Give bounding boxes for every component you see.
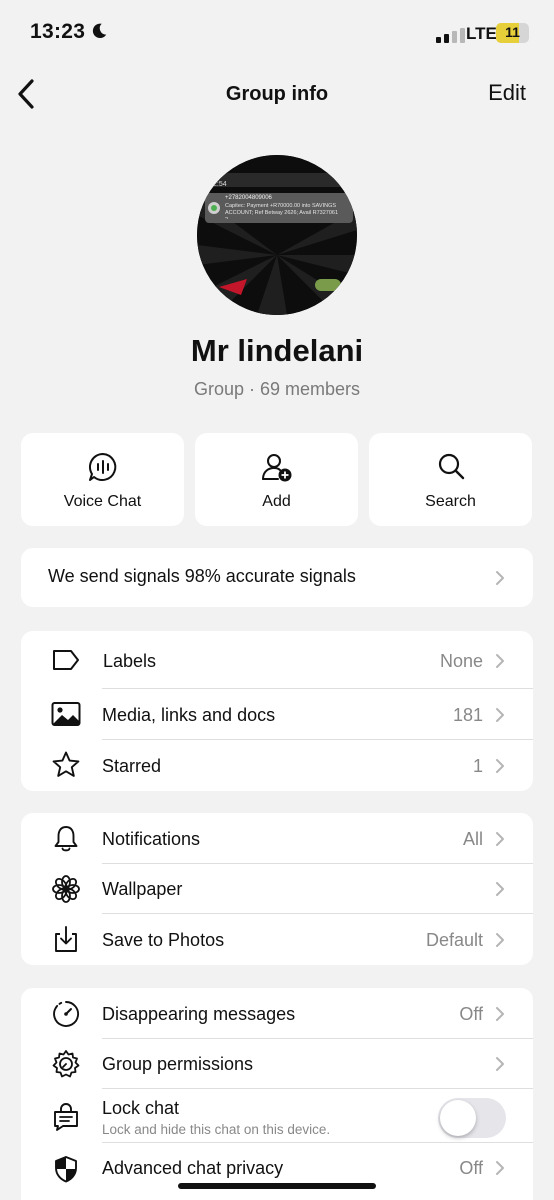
lock-chat-row: Lock chat Lock and hide this chat on thi…	[21, 1089, 533, 1143]
chevron-right-icon	[496, 571, 504, 585]
advanced-chat-privacy-title: Advanced chat privacy	[102, 1158, 284, 1178]
avatar-notification-number: +27820048090​06	[225, 195, 272, 201]
advanced-chat-privacy-value: Off	[459, 1158, 483, 1178]
media-value: 181	[452, 705, 483, 725]
network-label: LTE	[466, 24, 497, 43]
signal-strength-icon	[436, 28, 465, 43]
chevron-right-icon	[496, 1007, 504, 1021]
chevron-right-icon	[496, 708, 504, 722]
chevron-right-icon	[496, 1161, 504, 1175]
notifications-value: All	[462, 829, 483, 849]
photo-icon	[51, 702, 81, 726]
media-section: Labels None Media, links and docs 181 St…	[21, 631, 533, 791]
lock-chat-toggle[interactable]	[438, 1098, 506, 1138]
page-title: Group info	[225, 83, 329, 105]
lock-chat-title: Lock chat	[102, 1098, 180, 1118]
voice-chat-button[interactable]: Voice Chat	[21, 433, 184, 526]
bell-icon	[54, 826, 78, 852]
labels-title: Labels	[103, 651, 157, 671]
search-label: Search	[425, 493, 476, 510]
search-icon	[438, 453, 464, 480]
nav-bar: Group info Edit	[0, 66, 554, 122]
save-to-photos-title: Save to Photos	[102, 930, 225, 950]
avatar-image	[197, 155, 357, 315]
privacy-section: Disappearing messages Off Group permissi…	[21, 988, 533, 1200]
voice-chat-label: Voice Chat	[63, 493, 142, 510]
settings-gear-icon	[52, 1050, 80, 1078]
timer-icon	[53, 1001, 79, 1027]
status-time: 13:23	[30, 20, 86, 43]
avatar-time: 2:54	[213, 181, 227, 188]
group-description[interactable]: We send signals 98% accurate signals	[21, 548, 533, 607]
download-icon	[55, 926, 77, 952]
disappearing-messages-value: Off	[459, 1004, 483, 1024]
wallpaper-row[interactable]: Wallpaper	[21, 864, 533, 914]
search-button[interactable]: Search	[369, 433, 532, 526]
group-subtitle: Group · 69 members	[193, 379, 361, 399]
save-to-photos-value: Default	[425, 930, 483, 950]
description-text: We send signals 98% accurate signals	[48, 566, 356, 586]
lock-chat-icon	[54, 1103, 78, 1131]
label-icon	[53, 650, 79, 670]
chevron-right-icon	[496, 933, 504, 947]
shield-icon	[55, 1156, 77, 1183]
chevron-right-icon	[496, 832, 504, 846]
chevron-right-icon	[496, 882, 504, 896]
flower-icon	[52, 875, 80, 903]
home-indicator	[178, 1183, 376, 1189]
lock-chat-subtitle: Lock and hide this chat on this device.	[102, 1122, 331, 1137]
add-person-icon	[261, 454, 291, 482]
wallpaper-title: Wallpaper	[102, 879, 183, 899]
group-avatar[interactable]: 2:54 +27820048090​06 Capitec: Payment +R…	[197, 155, 357, 315]
chevron-right-icon	[496, 1057, 504, 1071]
labels-row[interactable]: Labels None	[21, 631, 533, 689]
star-icon	[52, 751, 80, 777]
save-to-photos-row[interactable]: Save to Photos Default	[21, 914, 533, 965]
status-bar: 13:23 LTE 11	[0, 0, 554, 66]
chevron-right-icon	[496, 759, 504, 773]
battery-icon: 11	[496, 23, 529, 43]
settings-section: Notifications All Wallpaper Save to Phot…	[21, 813, 533, 965]
media-row[interactable]: Media, links and docs 181	[21, 689, 533, 740]
labels-value: None	[439, 651, 483, 671]
battery-level: 11	[505, 24, 520, 40]
starred-title: Starred	[102, 756, 162, 776]
add-button[interactable]: Add	[195, 433, 358, 526]
avatar-notification-text: Capitec: Payment +R70000.00 into SAVINGS…	[225, 203, 339, 219]
chevron-right-icon	[496, 654, 504, 668]
moon-icon	[92, 23, 107, 39]
disappearing-messages-row[interactable]: Disappearing messages Off	[21, 988, 533, 1039]
edit-button[interactable]: Edit	[488, 80, 526, 106]
group-name: Mr lindelani	[190, 333, 364, 368]
starred-row[interactable]: Starred 1	[21, 740, 533, 791]
add-label: Add	[262, 493, 291, 510]
group-permissions-title: Group permissions	[102, 1054, 254, 1074]
voice-chat-icon	[88, 452, 116, 481]
starred-value: 1	[472, 756, 483, 776]
media-title: Media, links and docs	[102, 705, 276, 725]
notifications-title: Notifications	[102, 829, 201, 849]
notifications-row[interactable]: Notifications All	[21, 813, 533, 864]
group-permissions-row[interactable]: Group permissions	[21, 1039, 533, 1089]
disappearing-messages-title: Disappearing messages	[102, 1004, 296, 1024]
